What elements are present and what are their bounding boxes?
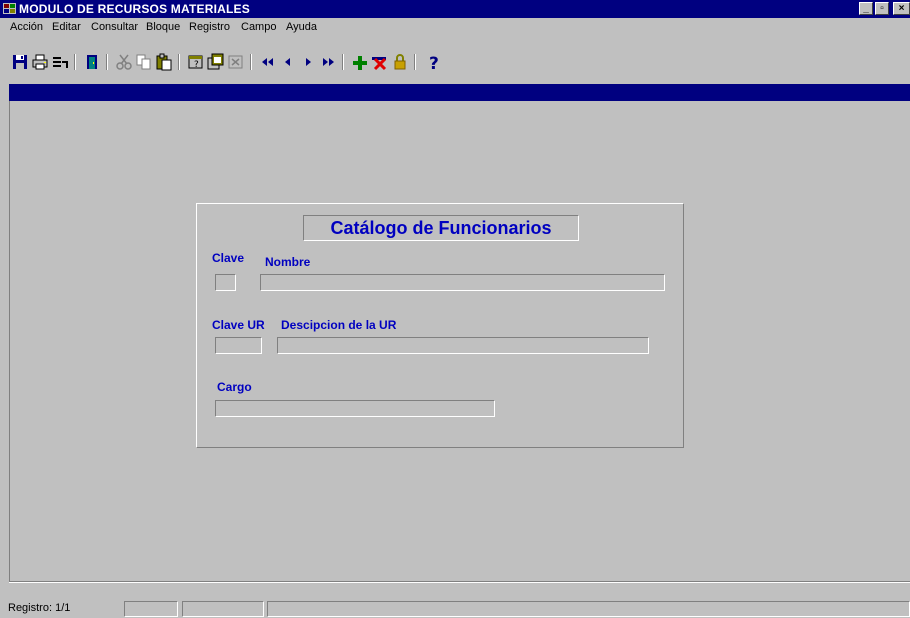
cut-icon[interactable] bbox=[114, 52, 134, 72]
menu-bar: Acción Editar Consultar Bloque Registro … bbox=[0, 18, 910, 36]
form-title: Catálogo de Funcionarios bbox=[303, 215, 579, 241]
toolbar-separator bbox=[342, 54, 344, 70]
canvas-bottom-divider bbox=[9, 581, 910, 583]
execute-query-icon[interactable] bbox=[206, 52, 226, 72]
descripcion-ur-label: Descipcion de la UR bbox=[281, 318, 397, 332]
toolbar-separator bbox=[178, 54, 180, 70]
menu-campo[interactable]: Campo bbox=[241, 21, 276, 33]
descripcion-ur-field[interactable] bbox=[277, 337, 649, 354]
insert-record-icon[interactable] bbox=[350, 52, 370, 72]
first-record-icon[interactable] bbox=[258, 52, 278, 72]
copy-icon[interactable] bbox=[134, 52, 154, 72]
maximize-button[interactable]: ▫ bbox=[875, 2, 889, 15]
window-title: MODULO DE RECURSOS MATERIALES bbox=[19, 2, 250, 16]
enter-query-icon[interactable]: ? bbox=[186, 52, 206, 72]
menu-bloque[interactable]: Bloque bbox=[146, 21, 180, 33]
nombre-label: Nombre bbox=[265, 255, 311, 269]
toolbar-separator bbox=[106, 54, 108, 70]
minimize-icon: _ bbox=[863, 3, 869, 14]
delete-record-icon[interactable] bbox=[370, 52, 390, 72]
toolbar-separator bbox=[414, 54, 416, 70]
clave-ur-field[interactable] bbox=[215, 337, 262, 354]
help-icon[interactable]: ? bbox=[424, 52, 444, 72]
status-message bbox=[267, 601, 910, 617]
form-canvas: Catálogo de Funcionarios Clave Nombre Cl… bbox=[9, 101, 910, 581]
menu-registro[interactable]: Registro bbox=[189, 21, 230, 33]
record-status: Registro: 1/1 bbox=[8, 602, 71, 614]
svg-text:?: ? bbox=[429, 54, 439, 72]
toolbar-separator bbox=[250, 54, 252, 70]
restore-icon: ▫ bbox=[880, 3, 884, 14]
minimize-button[interactable]: _ bbox=[859, 2, 873, 15]
paste-icon[interactable] bbox=[154, 52, 174, 72]
nombre-field[interactable] bbox=[260, 274, 665, 291]
close-icon: × bbox=[898, 3, 905, 14]
clave-label: Clave bbox=[212, 251, 245, 265]
last-record-icon[interactable] bbox=[318, 52, 338, 72]
cargo-field[interactable] bbox=[215, 400, 495, 417]
toolbar-separator bbox=[74, 54, 76, 70]
menu-consultar[interactable]: Consultar bbox=[91, 21, 138, 33]
status-cell-2 bbox=[124, 601, 178, 617]
next-record-icon[interactable] bbox=[298, 52, 318, 72]
exit-icon[interactable] bbox=[82, 52, 102, 72]
status-cell-3 bbox=[182, 601, 264, 617]
close-button[interactable]: × bbox=[893, 2, 910, 15]
svg-text:?: ? bbox=[194, 60, 199, 70]
menu-accion[interactable]: Acción bbox=[10, 21, 43, 33]
print-setup-icon[interactable] bbox=[50, 52, 70, 72]
title-bar: MODULO DE RECURSOS MATERIALES _ ▫ × bbox=[0, 0, 910, 18]
previous-record-icon[interactable] bbox=[278, 52, 298, 72]
form-frame: Catálogo de Funcionarios Clave Nombre Cl… bbox=[196, 203, 684, 448]
menu-editar[interactable]: Editar bbox=[52, 21, 81, 33]
cancel-query-icon[interactable] bbox=[226, 52, 246, 72]
toolbar: ? ? bbox=[0, 36, 910, 84]
lock-record-icon[interactable] bbox=[390, 52, 410, 72]
menu-ayuda[interactable]: Ayuda bbox=[286, 21, 317, 33]
block-header-band bbox=[9, 84, 910, 101]
clave-ur-label: Clave UR bbox=[212, 318, 265, 332]
clave-field[interactable] bbox=[215, 274, 236, 291]
cargo-label: Cargo bbox=[217, 380, 252, 394]
app-icon bbox=[3, 2, 16, 15]
status-bar: Registro: 1/1 bbox=[0, 600, 910, 618]
print-icon[interactable] bbox=[30, 52, 50, 72]
save-icon[interactable] bbox=[10, 52, 30, 72]
